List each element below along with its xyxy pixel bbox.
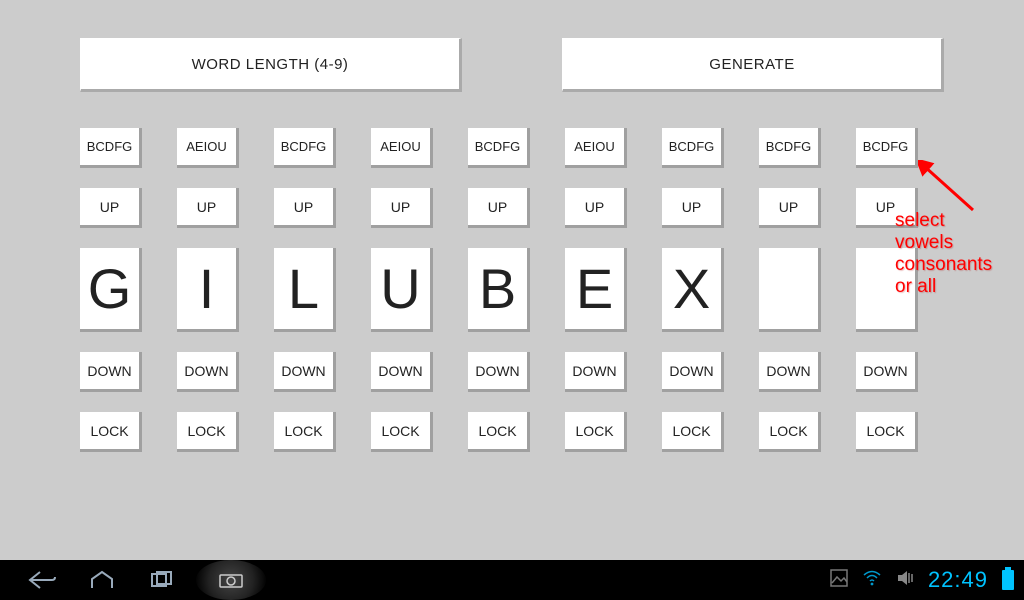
up-button[interactable]: UP [565,188,627,228]
android-navbar: 22:49 [0,560,1024,600]
up-button[interactable]: UP [177,188,239,228]
battery-icon [1002,570,1014,590]
annotation-line: select [895,210,992,232]
mode-button[interactable]: AEIOU [371,128,433,168]
up-button[interactable]: UP [662,188,724,228]
annotation-line: vowels [895,232,992,254]
back-icon[interactable] [16,560,68,600]
wifi-icon [862,570,882,591]
up-button[interactable]: UP [468,188,530,228]
recent-apps-icon[interactable] [136,560,188,600]
lock-button[interactable]: LOCK [80,412,142,452]
down-button[interactable]: DOWN [759,352,821,392]
lock-button[interactable]: LOCK [662,412,724,452]
camera-icon[interactable] [196,560,266,600]
mode-button[interactable]: AEIOU [565,128,627,168]
annotation-line: consonants [895,254,992,276]
mode-button[interactable]: BCDFG [759,128,821,168]
letter-display: U [371,248,433,332]
volume-icon [896,569,914,592]
up-button[interactable]: UP [80,188,142,228]
lock-button[interactable]: LOCK [274,412,336,452]
annotation-line: or all [895,276,992,298]
lock-button[interactable]: LOCK [759,412,821,452]
mode-button[interactable]: AEIOU [177,128,239,168]
word-length-button[interactable]: WORD LENGTH (4-9) [80,38,462,92]
mode-button[interactable]: BCDFG [856,128,918,168]
down-button[interactable]: DOWN [80,352,142,392]
lock-button[interactable]: LOCK [177,412,239,452]
lock-button[interactable]: LOCK [565,412,627,452]
generate-button[interactable]: GENERATE [562,38,944,92]
mode-button[interactable]: BCDFG [274,128,336,168]
letter-display [759,248,821,332]
annotation-text: select vowels consonants or all [895,210,992,298]
image-status-icon [830,569,848,592]
down-button[interactable]: DOWN [177,352,239,392]
down-button[interactable]: DOWN [274,352,336,392]
down-button[interactable]: DOWN [468,352,530,392]
letter-display: E [565,248,627,332]
mode-button[interactable]: BCDFG [662,128,724,168]
letter-display: X [662,248,724,332]
up-button[interactable]: UP [371,188,433,228]
clock-text: 22:49 [928,567,988,593]
lock-button[interactable]: LOCK [856,412,918,452]
up-button[interactable]: UP [274,188,336,228]
down-button[interactable]: DOWN [371,352,433,392]
lock-button[interactable]: LOCK [371,412,433,452]
letter-display: L [274,248,336,332]
letter-display: B [468,248,530,332]
down-button[interactable]: DOWN [856,352,918,392]
mode-button[interactable]: BCDFG [80,128,142,168]
up-button[interactable]: UP [759,188,821,228]
letter-display: I [177,248,239,332]
letter-display: G [80,248,142,332]
mode-button[interactable]: BCDFG [468,128,530,168]
down-button[interactable]: DOWN [662,352,724,392]
lock-button[interactable]: LOCK [468,412,530,452]
down-button[interactable]: DOWN [565,352,627,392]
home-icon[interactable] [76,560,128,600]
letter-grid: BCDFG UP G DOWN LOCK AEIOU UP I DOWN LOC… [80,128,944,452]
